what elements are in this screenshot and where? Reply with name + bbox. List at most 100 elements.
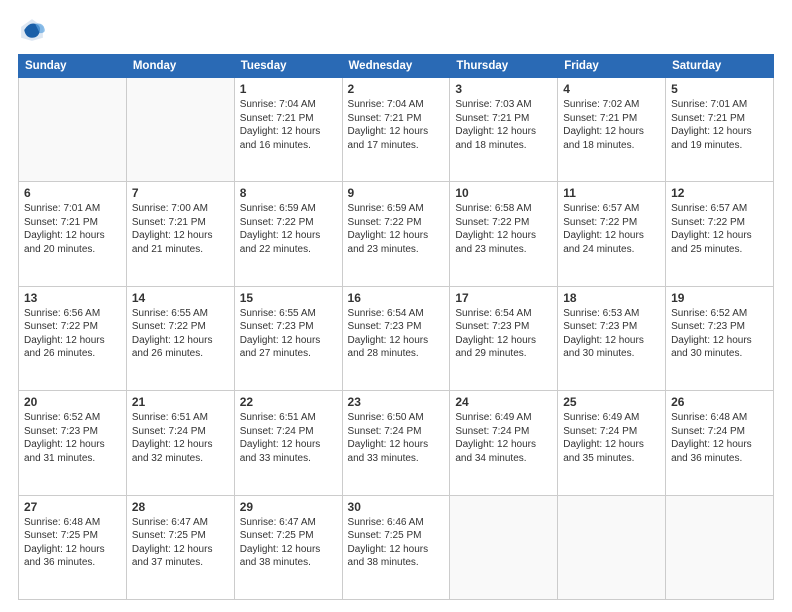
calendar-cell: 7Sunrise: 7:00 AM Sunset: 7:21 PM Daylig… [126,182,234,286]
calendar-cell [558,495,666,599]
day-info: Sunrise: 6:46 AM Sunset: 7:25 PM Dayligh… [348,516,445,570]
calendar-cell: 5 Sunrise: 7:01 AM Sunset: 7:21 PM Daylig… [666,78,774,182]
day-number: 4 [563,82,660,96]
weekday-header: Sunday [19,55,127,78]
day-number: 18 [563,291,660,305]
logo [18,16,50,44]
day-info: Sunrise: 7:01 AM Sunset: 7:21 PM Dayligh… [671,98,768,152]
calendar-cell: 16 Sunrise: 6:54 AM Sunset: 7:23 PM Dayli… [342,286,450,390]
day-number: 2 [348,82,445,96]
day-info: Sunrise: 6:55 AM Sunset: 7:23 PM Dayligh… [240,307,337,361]
day-number: 3 [455,82,552,96]
calendar-cell: 20 Sunrise: 6:52 AM Sunset: 7:23 PM Dayli… [19,391,127,495]
calendar-cell: 12 Sunrise: 6:57 AM Sunset: 7:22 PM Dayli… [666,182,774,286]
calendar-cell: 6 Sunrise: 7:01 AM Sunset: 7:21 PM Daylig… [19,182,127,286]
day-number: 11 [563,186,660,200]
weekday-header: Tuesday [234,55,342,78]
day-number: 6 [24,186,121,200]
day-number: 24 [455,395,552,409]
calendar-week-row: 1 Sunrise: 7:04 AM Sunset: 7:21 PM Daylig… [19,78,774,182]
day-number: 30 [348,500,445,514]
weekday-header: Friday [558,55,666,78]
day-info: Sunrise: 6:51 AM Sunset: 7:24 PM Dayligh… [132,411,229,465]
day-info: Sunrise: 6:49 AM Sunset: 7:24 PM Dayligh… [455,411,552,465]
calendar-week-row: 20 Sunrise: 6:52 AM Sunset: 7:23 PM Dayli… [19,391,774,495]
day-info: Sunrise: 7:03 AM Sunset: 7:21 PM Dayligh… [455,98,552,152]
calendar-cell: 2 Sunrise: 7:04 AM Sunset: 7:21 PM Daylig… [342,78,450,182]
calendar-cell: 4 Sunrise: 7:02 AM Sunset: 7:21 PM Daylig… [558,78,666,182]
calendar-cell: 22 Sunrise: 6:51 AM Sunset: 7:24 PM Dayli… [234,391,342,495]
calendar-week-row: 27 Sunrise: 6:48 AM Sunset: 7:25 PM Dayli… [19,495,774,599]
calendar-cell [19,78,127,182]
calendar-table: SundayMondayTuesdayWednesdayThursdayFrid… [18,54,774,600]
day-number: 12 [671,186,768,200]
day-number: 5 [671,82,768,96]
day-info: Sunrise: 6:47 AM Sunset: 7:25 PM Dayligh… [132,516,229,570]
day-number: 1 [240,82,337,96]
calendar-cell [126,78,234,182]
day-number: 27 [24,500,121,514]
day-info: Sunrise: 6:51 AM Sunset: 7:24 PM Dayligh… [240,411,337,465]
day-info: Sunrise: 6:48 AM Sunset: 7:24 PM Dayligh… [671,411,768,465]
weekday-header: Wednesday [342,55,450,78]
header [18,16,774,44]
calendar-cell: 30 Sunrise: 6:46 AM Sunset: 7:25 PM Dayli… [342,495,450,599]
calendar-cell: 17Sunrise: 6:54 AM Sunset: 7:23 PM Dayli… [450,286,558,390]
calendar-cell: 13 Sunrise: 6:56 AM Sunset: 7:22 PM Dayli… [19,286,127,390]
day-info: Sunrise: 6:55 AM Sunset: 7:22 PM Dayligh… [132,307,229,361]
day-number: 26 [671,395,768,409]
day-number: 20 [24,395,121,409]
day-info: Sunrise: 6:56 AM Sunset: 7:22 PM Dayligh… [24,307,121,361]
calendar-cell: 15 Sunrise: 6:55 AM Sunset: 7:23 PM Dayli… [234,286,342,390]
calendar-cell: 21 Sunrise: 6:51 AM Sunset: 7:24 PM Dayli… [126,391,234,495]
day-info: Sunrise: 6:50 AM Sunset: 7:24 PM Dayligh… [348,411,445,465]
calendar-cell: 10 Sunrise: 6:58 AM Sunset: 7:22 PM Dayli… [450,182,558,286]
weekday-header-row: SundayMondayTuesdayWednesdayThursdayFrid… [19,55,774,78]
day-number: 14 [132,291,229,305]
day-number: 15 [240,291,337,305]
day-number: 21 [132,395,229,409]
day-number: 28 [132,500,229,514]
day-info: Sunrise: 6:59 AM Sunset: 7:22 PM Dayligh… [348,202,445,256]
day-number: 16 [348,291,445,305]
day-info: Sunrise: 6:57 AM Sunset: 7:22 PM Dayligh… [671,202,768,256]
day-info: Sunrise: 6:58 AM Sunset: 7:22 PM Dayligh… [455,202,552,256]
day-number: 8 [240,186,337,200]
day-info: Sunrise: 6:49 AM Sunset: 7:24 PM Dayligh… [563,411,660,465]
day-number: 13 [24,291,121,305]
day-number: 7 [132,186,229,200]
day-number: 17 [455,291,552,305]
day-info: Sunrise: 6:48 AM Sunset: 7:25 PM Dayligh… [24,516,121,570]
day-info: Sunrise: 6:54 AM Sunset: 7:23 PM Dayligh… [348,307,445,361]
day-info: Sunrise: 7:01 AM Sunset: 7:21 PM Dayligh… [24,202,121,256]
day-info: Sunrise: 6:59 AM Sunset: 7:22 PM Dayligh… [240,202,337,256]
calendar-cell: 26 Sunrise: 6:48 AM Sunset: 7:24 PM Dayli… [666,391,774,495]
day-info: Sunrise: 6:52 AM Sunset: 7:23 PM Dayligh… [671,307,768,361]
day-info: Sunrise: 7:04 AM Sunset: 7:21 PM Dayligh… [348,98,445,152]
calendar-cell: 9 Sunrise: 6:59 AM Sunset: 7:22 PM Daylig… [342,182,450,286]
calendar-cell: 8 Sunrise: 6:59 AM Sunset: 7:22 PM Daylig… [234,182,342,286]
day-info: Sunrise: 6:53 AM Sunset: 7:23 PM Dayligh… [563,307,660,361]
calendar-cell: 1 Sunrise: 7:04 AM Sunset: 7:21 PM Daylig… [234,78,342,182]
calendar-cell: 3 Sunrise: 7:03 AM Sunset: 7:21 PM Daylig… [450,78,558,182]
calendar-cell: 29Sunrise: 6:47 AM Sunset: 7:25 PM Dayli… [234,495,342,599]
weekday-header: Monday [126,55,234,78]
day-number: 22 [240,395,337,409]
calendar-cell: 24 Sunrise: 6:49 AM Sunset: 7:24 PM Dayli… [450,391,558,495]
day-info: Sunrise: 6:52 AM Sunset: 7:23 PM Dayligh… [24,411,121,465]
day-number: 9 [348,186,445,200]
calendar-cell: 14 Sunrise: 6:55 AM Sunset: 7:22 PM Dayli… [126,286,234,390]
calendar-cell: 23Sunrise: 6:50 AM Sunset: 7:24 PM Dayli… [342,391,450,495]
day-number: 25 [563,395,660,409]
day-number: 10 [455,186,552,200]
weekday-header: Thursday [450,55,558,78]
day-number: 19 [671,291,768,305]
calendar-week-row: 13 Sunrise: 6:56 AM Sunset: 7:22 PM Dayli… [19,286,774,390]
calendar-cell [666,495,774,599]
weekday-header: Saturday [666,55,774,78]
calendar-cell: 18 Sunrise: 6:53 AM Sunset: 7:23 PM Dayli… [558,286,666,390]
calendar-cell: 28 Sunrise: 6:47 AM Sunset: 7:25 PM Dayli… [126,495,234,599]
calendar-cell: 19 Sunrise: 6:52 AM Sunset: 7:23 PM Dayli… [666,286,774,390]
day-info: Sunrise: 7:04 AM Sunset: 7:21 PM Dayligh… [240,98,337,152]
day-info: Sunrise: 7:02 AM Sunset: 7:21 PM Dayligh… [563,98,660,152]
